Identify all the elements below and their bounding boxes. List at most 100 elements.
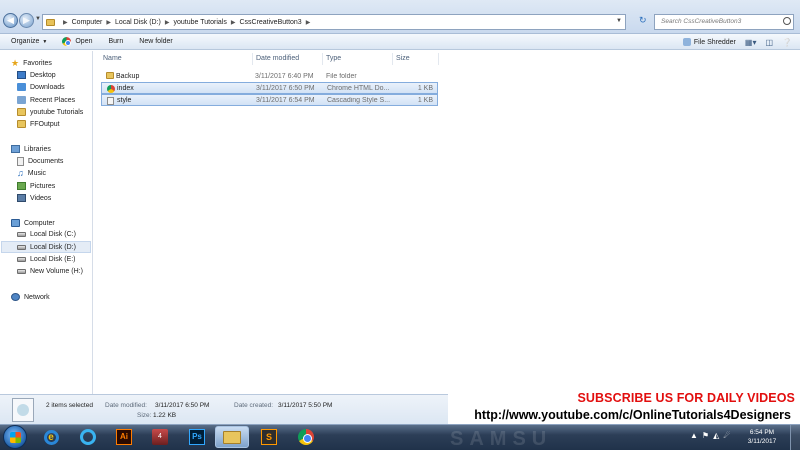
column-header-type[interactable]: Type [326, 55, 341, 62]
organize-label: Organize [11, 38, 40, 45]
column-header-name[interactable]: Name [103, 55, 122, 62]
taskbar-sublime-text[interactable]: S [252, 426, 286, 448]
file-row-style[interactable]: style 3/11/2017 6:54 PM Cascading Style … [101, 94, 438, 106]
nav-local-disk-d[interactable]: Local Disk (D:) [1, 241, 91, 253]
nav-desktop[interactable]: Desktop [17, 71, 56, 79]
nav-label: Network [24, 293, 50, 301]
recent-pages-dropdown[interactable]: ▼ [35, 16, 41, 22]
date-modified-label: Date modified: [105, 402, 147, 409]
nav-videos[interactable]: Videos [17, 194, 51, 202]
drive-icon [17, 244, 26, 250]
taskbar-internet-explorer[interactable]: e [34, 426, 68, 448]
file-shredder-button[interactable]: File Shredder [682, 38, 736, 46]
selection-count: 2 items selected [46, 402, 93, 409]
nav-label: Local Disk (C:) [30, 231, 76, 238]
file-name: style [117, 96, 132, 104]
search-input[interactable]: Search CssCreativeButton3 [654, 14, 794, 30]
nav-new-volume-h[interactable]: New Volume (H:) [17, 268, 83, 275]
pictures-icon [17, 182, 26, 190]
nav-recent-places[interactable]: Recent Places [17, 96, 75, 104]
nav-label: Libraries [24, 145, 51, 153]
breadcrumb-computer[interactable]: Computer [72, 19, 103, 26]
show-desktop-button[interactable] [790, 425, 800, 450]
document-icon [17, 157, 24, 166]
command-bar: Organize ▼ Open Burn New folder File Shre… [0, 34, 800, 50]
taskbar-windows-explorer[interactable] [215, 426, 249, 448]
folder-icon [223, 430, 241, 444]
chevron-right-icon[interactable]: ▶ [231, 19, 236, 26]
file-row-backup[interactable]: Backup 3/11/2017 6:40 PM File folder [101, 70, 438, 82]
column-divider[interactable] [438, 53, 439, 65]
breadcrumb[interactable]: ▶ Computer ▶ Local Disk (D:) ▶ youtube T… [42, 14, 626, 30]
taskbar-app-4[interactable]: 4 [143, 426, 177, 448]
star-icon: ★ [11, 58, 20, 68]
clock-date: 3/11/2017 [747, 438, 777, 445]
burn-button[interactable]: Burn [108, 38, 123, 45]
toolbar-right: File Shredder ▦▾ ◫ ❔ [672, 34, 800, 50]
file-name: Backup [116, 72, 140, 80]
nav-favorites[interactable]: ★ Favorites [11, 58, 52, 68]
column-divider[interactable] [322, 53, 323, 65]
nav-libraries[interactable]: Libraries [11, 145, 51, 153]
file-type: File folder [326, 72, 357, 80]
system-tray-icons[interactable]: ▲⚑◭☄ [690, 431, 734, 440]
preview-pane-icon[interactable]: ◫ [765, 38, 773, 47]
address-bar-row: ◀ ▶ ▼ ▶ Computer ▶ Local Disk (D:) ▶ you… [0, 0, 800, 34]
file-date-modified: 3/11/2017 6:54 PM [256, 96, 315, 104]
nav-local-disk-c[interactable]: Local Disk (C:) [17, 231, 76, 238]
file-date-modified: 3/11/2017 6:40 PM [255, 72, 314, 80]
start-button[interactable] [3, 425, 27, 449]
nav-network[interactable]: Network [11, 293, 50, 301]
chevron-right-icon[interactable]: ▶ [106, 19, 111, 26]
column-divider[interactable] [252, 53, 253, 65]
internet-explorer-icon: e [43, 429, 59, 445]
file-size: 1 KB [417, 84, 433, 92]
folder-icon [17, 120, 26, 128]
back-button[interactable]: ◀ [3, 13, 18, 28]
drive-icon [17, 232, 26, 237]
view-options-icon[interactable]: ▦▾ [745, 38, 757, 47]
nav-pictures[interactable]: Pictures [17, 182, 55, 190]
open-button[interactable]: Open [62, 37, 92, 46]
address-dropdown-icon[interactable]: ▼ [616, 18, 622, 24]
nav-downloads[interactable]: Downloads [17, 83, 65, 91]
forward-button[interactable]: ▶ [19, 13, 34, 28]
breadcrumb-current-folder[interactable]: CssCreativeButton3 [239, 19, 301, 26]
nav-local-disk-e[interactable]: Local Disk (E:) [17, 256, 76, 263]
column-divider[interactable] [392, 53, 393, 65]
nav-youtube-tutorials[interactable]: youtube Tutorials [17, 108, 83, 116]
sublime-text-icon: S [261, 429, 277, 445]
css-file-icon [107, 97, 114, 105]
organize-button[interactable]: Organize ▼ [11, 38, 47, 45]
column-header-date-modified[interactable]: Date modified [256, 55, 299, 62]
nav-music[interactable]: ♫ Music [17, 169, 46, 178]
chevron-right-icon[interactable]: ▶ [306, 19, 311, 26]
nav-label: youtube Tutorials [30, 108, 84, 116]
folder-icon [46, 18, 55, 26]
new-folder-button[interactable]: New folder [139, 38, 172, 45]
nav-computer[interactable]: Computer [11, 219, 55, 227]
breadcrumb-local-disk-d[interactable]: Local Disk (D:) [115, 19, 161, 26]
chevron-right-icon[interactable]: ▶ [63, 19, 68, 26]
network-icon [11, 293, 20, 301]
help-icon[interactable]: ❔ [782, 38, 792, 47]
taskbar-illustrator[interactable]: Ai [107, 426, 141, 448]
refresh-icon[interactable]: ↻ [639, 15, 647, 26]
file-row-index[interactable]: index 3/11/2017 6:50 PM Chrome HTML Do..… [101, 82, 438, 94]
illustrator-icon: Ai [116, 429, 132, 445]
chevron-right-icon[interactable]: ▶ [165, 19, 170, 26]
taskbar-ccleaner[interactable] [71, 426, 105, 448]
app-badge-icon: 4 [152, 429, 168, 445]
search-icon[interactable] [783, 17, 791, 25]
nav-label: Local Disk (D:) [30, 243, 76, 251]
taskbar-chrome[interactable] [289, 426, 323, 448]
date-modified-value: 3/11/2017 6:50 PM [155, 402, 210, 409]
size-value: 1.22 KB [153, 412, 177, 419]
taskbar-clock[interactable]: 6:54 PM 3/11/2017 [742, 428, 782, 446]
nav-label: Favorites [23, 59, 52, 67]
breadcrumb-youtube-tutorials[interactable]: youtube Tutorials [174, 19, 227, 26]
nav-documents[interactable]: Documents [17, 157, 63, 166]
column-header-size[interactable]: Size [396, 55, 410, 62]
taskbar-photoshop[interactable]: Ps [180, 426, 214, 448]
nav-ffoutput[interactable]: FFOutput [17, 120, 60, 128]
